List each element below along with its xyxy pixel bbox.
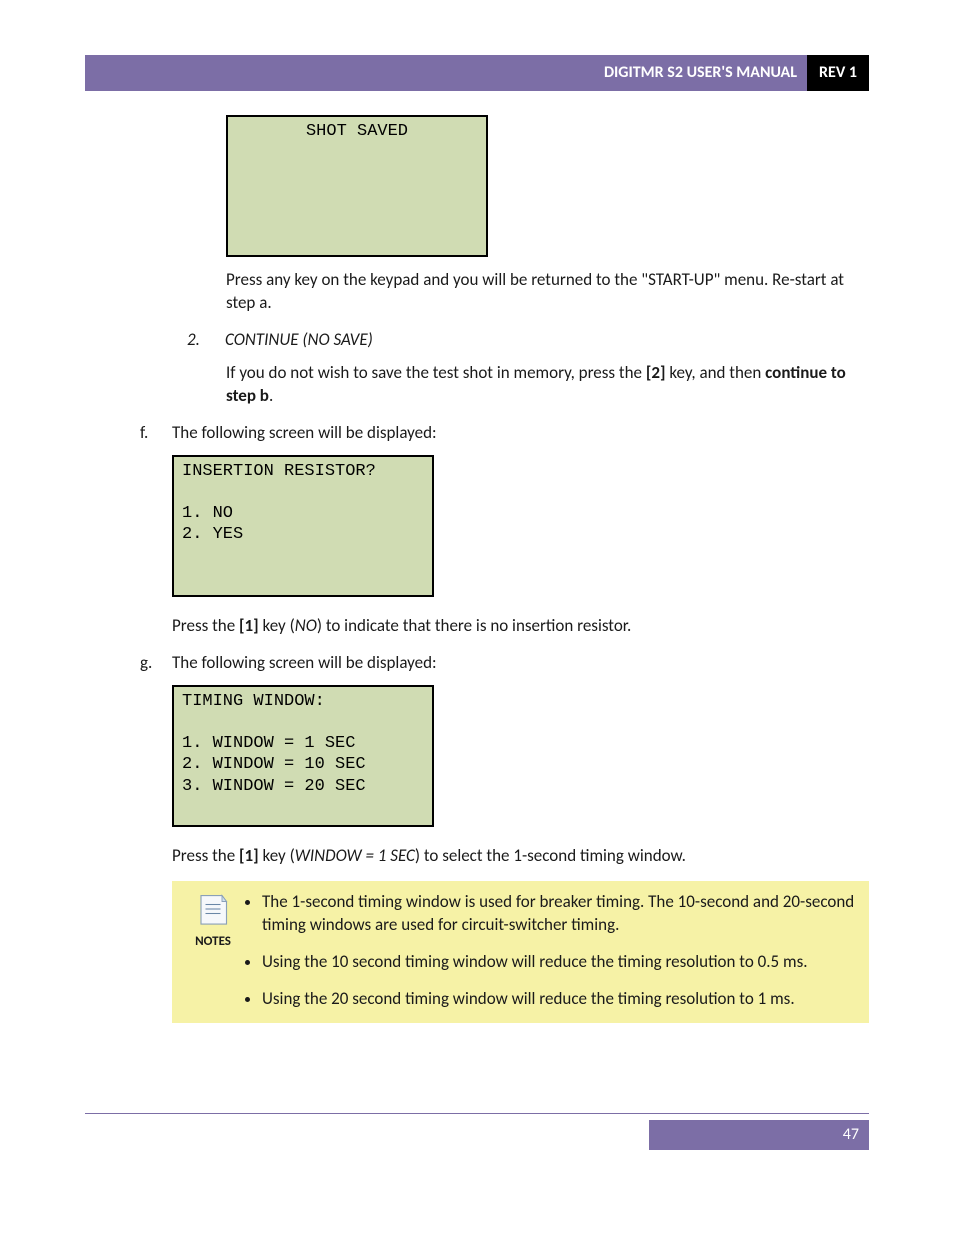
- step-f: f. The following screen will be displaye…: [140, 422, 869, 445]
- page-footer: 47: [85, 1113, 869, 1150]
- lcd-insertion-resistor: INSERTION RESISTOR? 1. NO 2. YES: [172, 455, 434, 597]
- text-fragment: ) to indicate that there is no insertion…: [317, 615, 631, 636]
- step-letter-label: f.: [140, 422, 172, 445]
- option-no: NO: [295, 615, 317, 636]
- text-fragment: Press the: [172, 845, 239, 866]
- text-fragment: Press the: [172, 615, 239, 636]
- press-1-no-text: Press the [1] key (NO) to indicate that …: [172, 615, 869, 638]
- note-item: Using the 10 second timing window will r…: [262, 951, 855, 974]
- page-header: DIGITMR S2 USER'S MANUAL REV 1: [85, 55, 869, 91]
- key-2: [2]: [646, 362, 666, 383]
- lcd-shot-saved: SHOT SAVED: [226, 115, 488, 257]
- header-title: DIGITMR S2 USER'S MANUAL: [85, 55, 807, 91]
- text-fragment: key, and then: [666, 362, 766, 383]
- text-fragment: key (: [259, 845, 295, 866]
- notes-label: NOTES: [195, 933, 231, 951]
- step-text: The following screen will be displayed:: [172, 652, 437, 675]
- key-1: [1]: [239, 615, 259, 636]
- page-number: 47: [649, 1120, 869, 1150]
- step-text: The following screen will be displayed:: [172, 422, 437, 445]
- note-item: The 1-second timing window is used for b…: [262, 891, 855, 937]
- text-fragment: key (: [259, 615, 295, 636]
- press-1-window-text: Press the [1] key (WINDOW = 1 SEC) to se…: [172, 845, 869, 868]
- option-continue-no-save: 2. CONTINUE (NO SAVE): [187, 329, 869, 352]
- no-save-instruction: If you do not wish to save the test shot…: [226, 362, 869, 408]
- option-label: CONTINUE (NO SAVE): [225, 329, 373, 352]
- step-g: g. The following screen will be displaye…: [140, 652, 869, 675]
- option-window-1-sec: WINDOW = 1 SEC: [295, 845, 415, 866]
- text-fragment: If you do not wish to save the test shot…: [226, 362, 646, 383]
- lcd-timing-window: TIMING WINDOW: 1. WINDOW = 1 SEC 2. WIND…: [172, 685, 434, 827]
- text-fragment: ) to select the 1-second timing window.: [415, 845, 686, 866]
- text-fragment: .: [269, 385, 273, 406]
- press-any-key-text: Press any key on the keypad and you will…: [226, 269, 869, 315]
- notes-list: The 1-second timing window is used for b…: [262, 891, 855, 1011]
- key-1: [1]: [239, 845, 259, 866]
- header-rev: REV 1: [807, 55, 869, 91]
- footer-rule: [85, 1113, 869, 1114]
- notes-callout: NOTES The 1-second timing window is used…: [172, 881, 869, 1023]
- note-item: Using the 20 second timing window will r…: [262, 988, 855, 1011]
- option-number: 2.: [187, 329, 225, 352]
- note-icon: [195, 891, 231, 927]
- step-letter-label: g.: [140, 652, 172, 675]
